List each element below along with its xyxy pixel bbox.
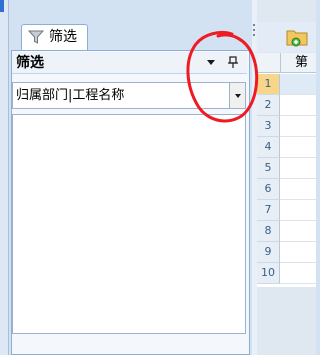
- row-header[interactable]: 10: [257, 263, 280, 284]
- grid-cell[interactable]: [280, 242, 316, 263]
- row-header[interactable]: 8: [257, 221, 280, 242]
- grid-empty-area: [257, 287, 316, 355]
- funnel-icon: [28, 30, 44, 44]
- annotation-circle: [186, 30, 259, 123]
- row-header[interactable]: 9: [257, 242, 280, 263]
- filter-title: 筛选: [16, 55, 44, 71]
- row-header[interactable]: 5: [257, 158, 280, 179]
- filter-list[interactable]: [12, 114, 246, 334]
- column-header[interactable]: 第一: [280, 53, 316, 90]
- tab-filter-label: 筛选: [49, 29, 77, 45]
- grid-cell[interactable]: [280, 179, 316, 200]
- grid-cell[interactable]: [280, 158, 316, 179]
- grid-cell[interactable]: [280, 263, 316, 284]
- row-header[interactable]: 7: [257, 200, 280, 221]
- field-select-value: 归属部门|工程名称: [16, 88, 125, 103]
- row-header[interactable]: 4: [257, 137, 280, 158]
- grid-cell[interactable]: [280, 74, 316, 95]
- grid-cell[interactable]: [280, 200, 316, 221]
- grid-cell[interactable]: [280, 95, 316, 116]
- grid-cell[interactable]: [280, 137, 316, 158]
- grid-cell[interactable]: [280, 116, 316, 137]
- new-folder-icon[interactable]: [286, 26, 308, 48]
- row-header[interactable]: 6: [257, 179, 280, 200]
- strip-accent: [0, 0, 4, 12]
- left-strip: [0, 0, 9, 355]
- grid-cell[interactable]: [280, 221, 316, 242]
